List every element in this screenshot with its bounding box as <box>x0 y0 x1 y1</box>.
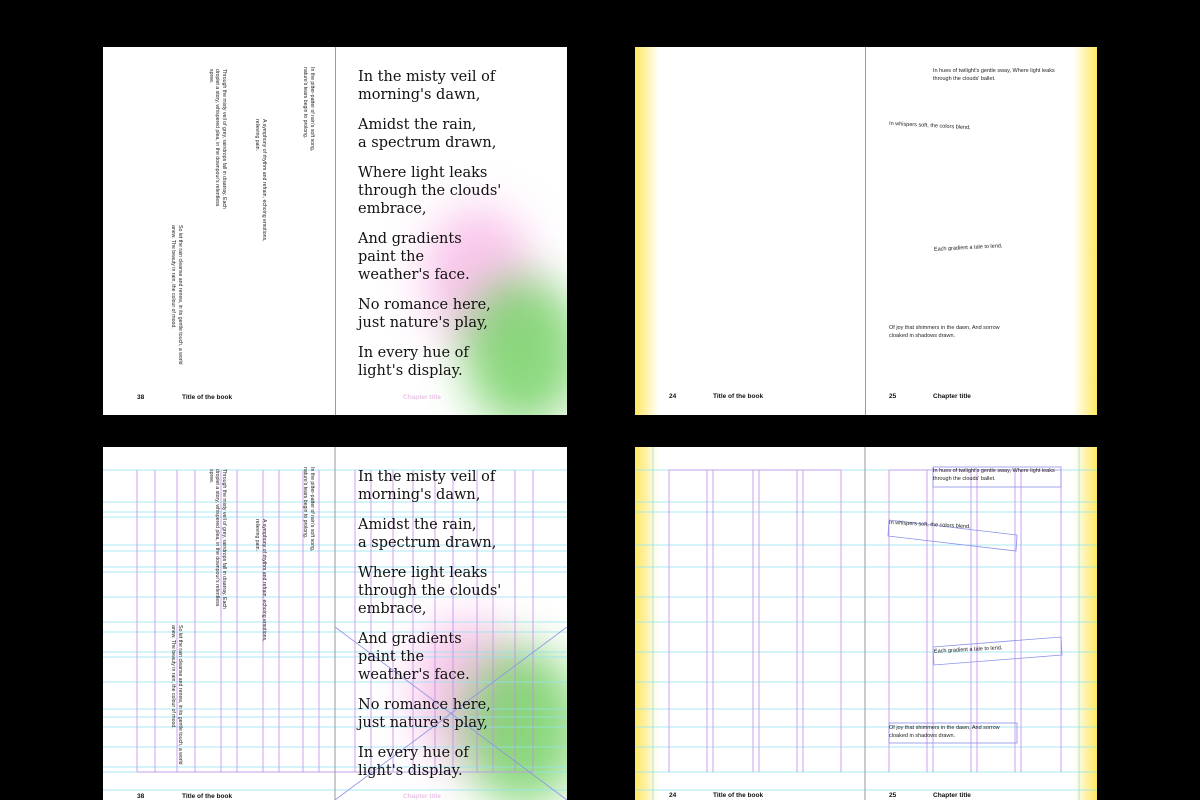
spread-poem-guides: In the pitter-patter of rain's soft song… <box>103 447 567 800</box>
running-title: Title of the book <box>182 793 233 800</box>
chapter-title: Chapter title <box>933 393 971 400</box>
stanza: And gradients paint the weather's face. <box>358 631 470 683</box>
stanza: In every hue of light's display. <box>358 345 469 379</box>
vertical-text-4: So let the rain cleanse and renew, in it… <box>170 225 184 365</box>
text-line-4: Of joy that shimmers in the dawn, And so… <box>889 325 1000 339</box>
chapter-title: Chapter title <box>933 792 971 799</box>
layout-guides <box>635 447 1097 800</box>
stanza: In every hue of light's display. <box>358 745 469 779</box>
vertical-text-3: A symphony of rhythm and refrain, echoin… <box>254 119 268 242</box>
text-line-3: Each gradient a tale to lend, <box>933 645 1003 655</box>
vertical-text-4: So let the rain cleanse and renew, in it… <box>170 625 184 765</box>
running-title: Title of the book <box>713 792 764 799</box>
spread-chapter: In hues of twilight's gentle sway, Where… <box>635 47 1097 415</box>
page-number-left: 24 <box>669 393 677 400</box>
running-title: Title of the book <box>713 393 764 400</box>
stanza: And gradients paint the weather's face. <box>358 231 470 283</box>
text-line-2: In whispers soft, the colors blend, <box>888 120 971 132</box>
page-number-right: 25 <box>889 393 897 400</box>
poem: In the misty veil of morning's dawn, Ami… <box>358 68 558 392</box>
stanza: Where light leaks through the clouds' em… <box>358 565 502 617</box>
vertical-text-2: Through the misty veil of grey, raindrop… <box>208 469 227 609</box>
text-line-1: In hues of twilight's gentle sway, Where… <box>933 68 1055 82</box>
yellow-edge-right <box>1073 47 1097 415</box>
yellow-edge-left <box>635 447 659 800</box>
yellow-edge-right <box>1073 447 1097 800</box>
text-line-3: Each gradient a tale to lend, <box>933 243 1003 253</box>
page-number-right: 25 <box>889 792 897 799</box>
fold-line <box>865 47 866 415</box>
stanza: Amidst the rain, a spectrum drawn, <box>358 517 497 551</box>
text-line-4: Of joy that shimmers in the dawn, And so… <box>889 725 1000 739</box>
vertical-text-3: A symphony of rhythm and refrain, echoin… <box>254 519 268 642</box>
vertical-text-1: In the pitter-patter of rain's soft song… <box>302 467 316 552</box>
fold-line <box>335 47 336 415</box>
spread-poem: In the pitter-patter of rain's soft song… <box>103 47 567 415</box>
text-line-2: In whispers soft, the colors blend, <box>888 519 971 531</box>
yellow-edge-left <box>635 47 659 415</box>
stanza: Amidst the rain, a spectrum drawn, <box>358 117 497 151</box>
chapter-title: Chapter title <box>403 394 441 401</box>
page-number-left: 24 <box>669 792 677 799</box>
spread-chapter-guides: In hues of twilight's gentle sway, Where… <box>635 447 1097 800</box>
stanza: In the misty veil of morning's dawn, <box>358 69 496 103</box>
vertical-text-1: In the pitter-patter of rain's soft song… <box>302 67 316 152</box>
text-line-1: In hues of twilight's gentle sway, Where… <box>933 468 1055 482</box>
stanza: No romance here, just nature's play, <box>358 297 491 331</box>
chapter-title: Chapter title <box>403 793 441 800</box>
stanza: Where light leaks through the clouds' em… <box>358 165 502 217</box>
running-title: Title of the book <box>182 394 233 401</box>
stanza: In the misty veil of morning's dawn, <box>358 469 496 503</box>
vertical-text-2: Through the misty veil of grey, raindrop… <box>208 69 227 209</box>
page-number: 38 <box>137 793 145 800</box>
poem: In the misty veil of morning's dawn, Ami… <box>358 468 558 792</box>
page-number: 38 <box>137 394 145 401</box>
stanza: No romance here, just nature's play, <box>358 697 491 731</box>
